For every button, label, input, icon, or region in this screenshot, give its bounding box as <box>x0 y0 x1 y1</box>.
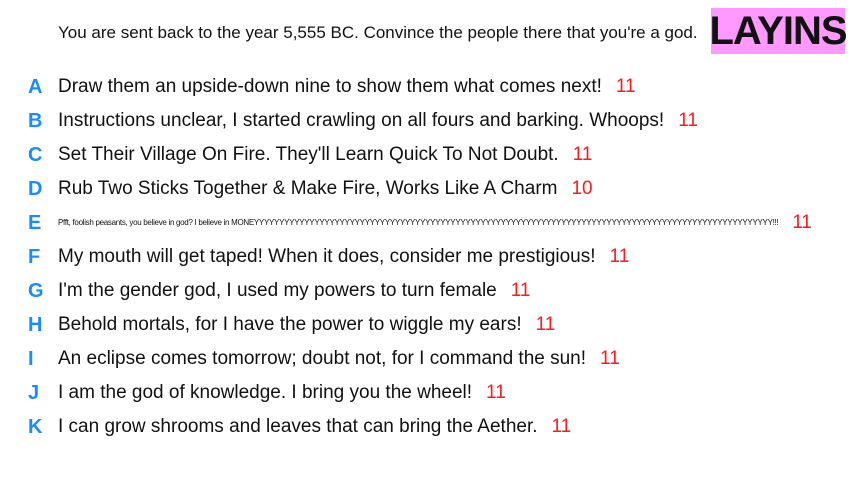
answer-score: 11 <box>600 348 620 369</box>
answer-score: 11 <box>535 314 556 335</box>
answer-text-wrap: Draw them an upside-down nine to show th… <box>58 70 636 104</box>
answer-letter: H <box>28 313 43 336</box>
answer-text: I'm the gender god, I used my powers to … <box>58 280 497 301</box>
answer-text: I am the god of knowledge. I bring you t… <box>58 382 473 403</box>
answer-letter: A <box>28 75 43 98</box>
answer-text: Draw them an upside-down nine to show th… <box>58 76 602 97</box>
answer-letter: D <box>28 177 43 200</box>
answer-row-a: A Draw them an upside-down nine to show … <box>0 70 853 104</box>
answer-text-wrap: Instructions unclear, I started crawling… <box>58 104 698 138</box>
answer-row-c: C Set Their Village On Fire. They'll Lea… <box>0 138 853 172</box>
answer-score: 11 <box>510 280 531 301</box>
answer-text: Pfft, foolish peasants, you believe in g… <box>58 218 779 227</box>
answer-text: My mouth will get taped! When it does, c… <box>58 246 596 267</box>
answer-text-wrap: I can grow shrooms and leaves that can b… <box>58 410 571 444</box>
answer-text: I can grow shrooms and leaves that can b… <box>58 416 538 437</box>
answer-row-k: K I can grow shrooms and leaves that can… <box>0 410 853 444</box>
answer-row-e: E Pfft, foolish peasants, you believe in… <box>0 206 853 240</box>
answer-row-g: G I'm the gender god, I used my powers t… <box>0 274 853 308</box>
answer-text: Rub Two Sticks Together & Make Fire, Wor… <box>58 178 558 199</box>
answer-score: 11 <box>486 382 506 403</box>
answer-text: Set Their Village On Fire. They'll Learn… <box>58 144 559 165</box>
answer-row-b: B Instructions unclear, I started crawli… <box>0 104 853 138</box>
prompt-text: You are sent back to the year 5,555 BC. … <box>58 23 698 42</box>
answer-row-i: I An eclipse comes tomorrow; doubt not, … <box>0 342 853 376</box>
answer-text-wrap: Rub Two Sticks Together & Make Fire, Wor… <box>58 172 593 206</box>
answer-letter: C <box>28 143 43 166</box>
answer-letter: B <box>28 109 43 132</box>
answer-score: 11 <box>678 110 698 131</box>
answer-letter: K <box>28 415 43 438</box>
layins-logo: LAYINS <box>709 8 848 54</box>
answer-text: Behold mortals, for I have the power to … <box>58 314 522 335</box>
answer-score: 10 <box>571 178 593 199</box>
answer-score: 11 <box>551 416 572 437</box>
answer-text-wrap: I'm the gender god, I used my powers to … <box>58 274 530 308</box>
answer-letter: I <box>28 347 34 370</box>
answer-text-wrap: Behold mortals, for I have the power to … <box>58 308 555 342</box>
answer-text-wrap: Pfft, foolish peasants, you believe in g… <box>58 206 812 240</box>
answer-score: 11 <box>609 246 630 267</box>
answer-text-wrap: An eclipse comes tomorrow; doubt not, fo… <box>58 342 620 376</box>
answer-score: 11 <box>615 76 636 97</box>
answer-row-j: J I am the god of knowledge. I bring you… <box>0 376 853 410</box>
answer-score: 11 <box>792 212 812 233</box>
answer-row-h: H Behold mortals, for I have the power t… <box>0 308 853 342</box>
answer-score: 11 <box>572 144 593 165</box>
answer-letter: F <box>28 245 41 268</box>
answer-text-wrap: Set Their Village On Fire. They'll Learn… <box>58 138 592 172</box>
answer-letter: G <box>28 279 44 302</box>
answer-text: Instructions unclear, I started crawling… <box>58 110 665 131</box>
answer-row-f: F My mouth will get taped! When it does,… <box>0 240 853 274</box>
answer-row-d: D Rub Two Sticks Together & Make Fire, W… <box>0 172 853 206</box>
answer-text-wrap: I am the god of knowledge. I bring you t… <box>58 376 506 410</box>
answer-text-wrap: My mouth will get taped! When it does, c… <box>58 240 629 274</box>
answer-letter: E <box>28 211 42 234</box>
answer-letter: J <box>28 381 40 404</box>
answer-text: An eclipse comes tomorrow; doubt not, fo… <box>58 348 587 369</box>
